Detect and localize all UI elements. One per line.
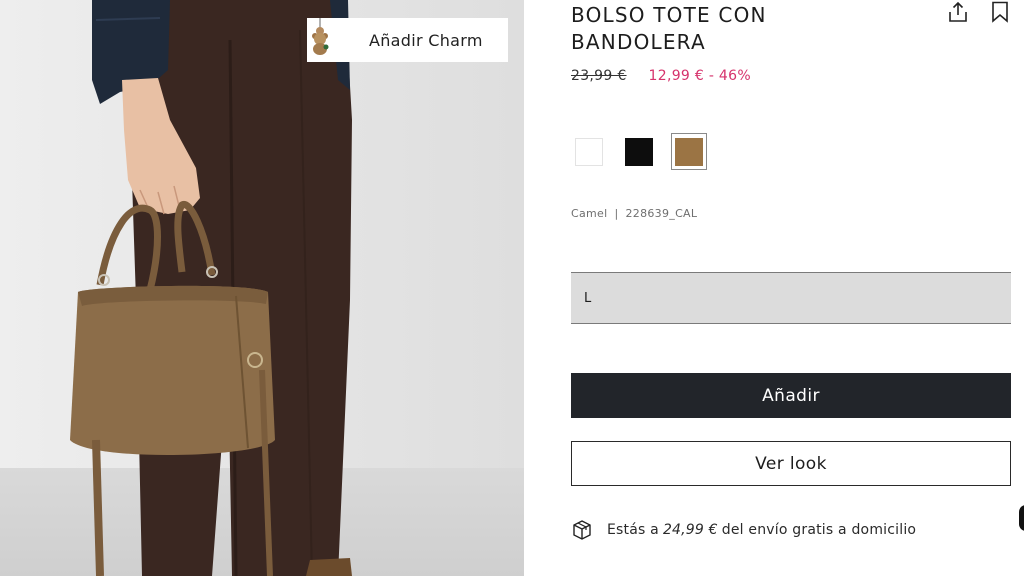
color-name: Camel (571, 207, 608, 220)
bookmark-icon[interactable] (989, 1, 1011, 23)
add-to-cart-button[interactable]: Añadir (571, 373, 1011, 418)
price-block: 23,99 € 12,99 € - 46% (571, 68, 751, 84)
original-price: 23,99 € (571, 68, 627, 84)
product-image[interactable]: Añadir Charm (0, 0, 524, 576)
teddy-charm-thumbnail (309, 18, 349, 62)
size-selector[interactable]: L (571, 272, 1011, 324)
add-charm-label: Añadir Charm (369, 30, 483, 50)
swatch-black[interactable] (621, 133, 657, 170)
product-actions (947, 1, 1011, 23)
shipping-prefix: Estás a (607, 522, 659, 538)
product-reference: 228639_CAL (625, 207, 698, 220)
meta-separator: | (614, 207, 619, 220)
package-icon (571, 519, 593, 541)
model-with-bag-illustration (70, 0, 352, 576)
view-look-button[interactable]: Ver look (571, 441, 1011, 486)
swatch-camel-selected[interactable] (671, 133, 707, 170)
free-shipping-notice: Estás a 24,99 € del envío gratis a domic… (571, 519, 916, 541)
product-info-panel: BOLSO TOTE CON BANDOLERA 23,99 € 12,99 €… (571, 0, 1011, 576)
product-meta: Camel | 228639_CAL (571, 207, 697, 220)
size-selected-value: L (584, 290, 592, 306)
add-charm-button[interactable]: Añadir Charm (307, 18, 508, 62)
swatch-camel-chip (675, 137, 703, 166)
product-title: BOLSO TOTE CON BANDOLERA (571, 3, 767, 54)
shipping-suffix: del envío gratis a domicilio (721, 522, 917, 538)
swatch-black-chip (625, 137, 653, 166)
shipping-remaining-amount: 24,99 € (662, 522, 718, 538)
share-icon[interactable] (947, 1, 969, 23)
swatch-white[interactable] (571, 133, 607, 170)
chat-launcher-edge[interactable] (1019, 505, 1024, 531)
sale-price: 12,99 € - 46% (648, 68, 751, 84)
swatch-white-chip (575, 137, 603, 166)
color-swatches (571, 133, 707, 170)
